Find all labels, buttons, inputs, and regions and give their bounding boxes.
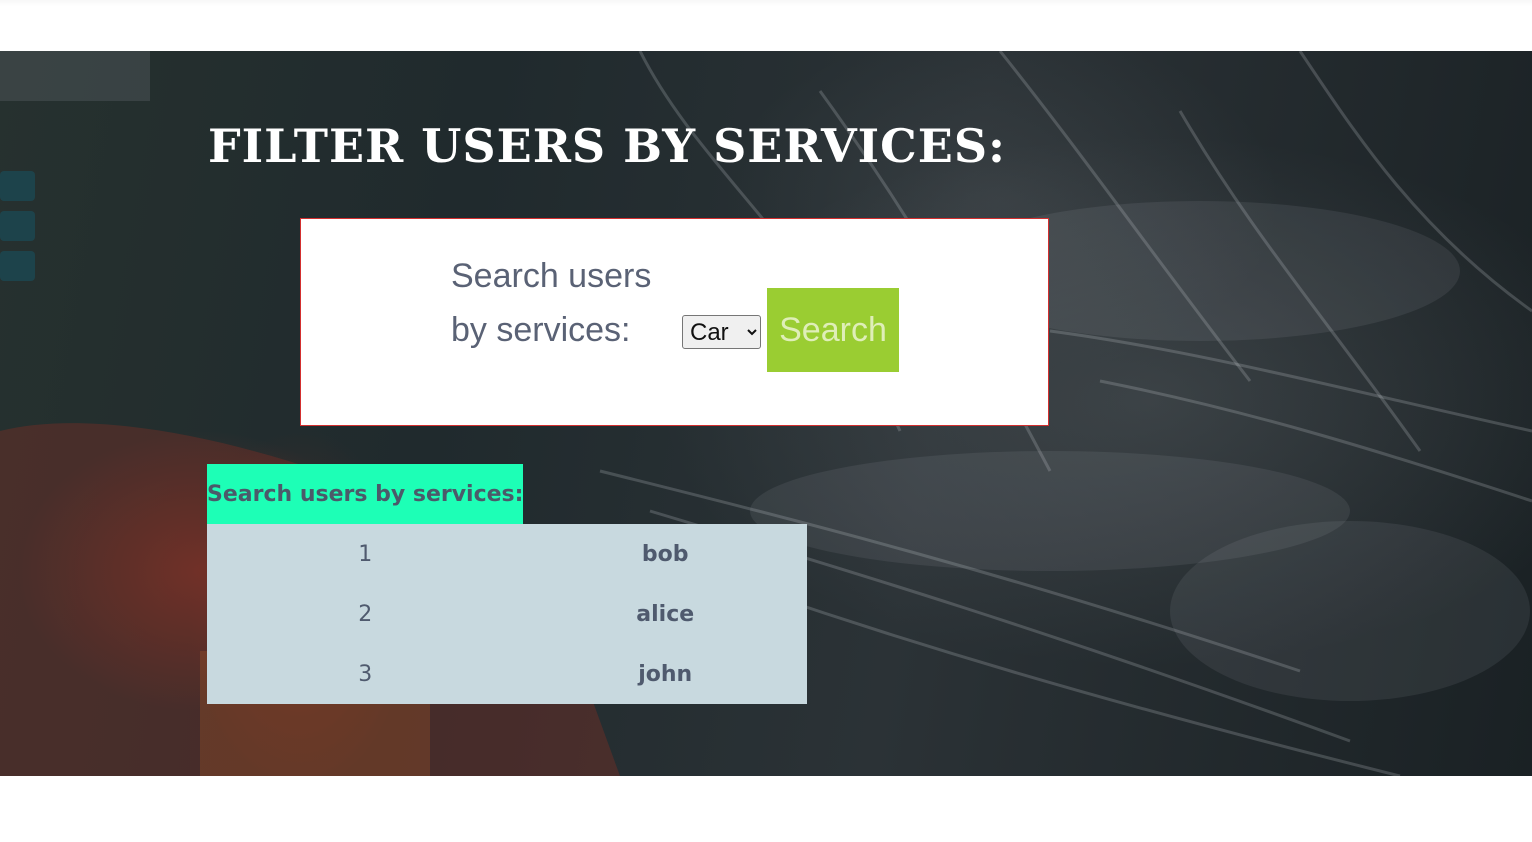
hero-section: FILTER USERS BY SERVICES: Search users b… xyxy=(0,51,1532,776)
user-id-cell: 1 xyxy=(207,524,524,584)
table-row: 3 john xyxy=(207,644,807,704)
search-label: Search users by services: xyxy=(451,257,652,349)
table-header-row: Search users by services: xyxy=(207,464,807,524)
table-header-empty xyxy=(523,464,807,524)
user-name-cell: john xyxy=(523,644,807,704)
user-name-cell: bob xyxy=(523,524,807,584)
user-id-cell: 2 xyxy=(207,584,524,644)
table-header: Search users by services: xyxy=(207,464,524,524)
results-table: Search users by services: 1 bob 2 alice … xyxy=(207,464,807,704)
table-row: 2 alice xyxy=(207,584,807,644)
search-form-card: Search users by services: Car Search xyxy=(300,218,1049,426)
table-row: 1 bob xyxy=(207,524,807,584)
page-title: FILTER USERS BY SERVICES: xyxy=(208,119,1007,173)
user-name-cell: alice xyxy=(523,584,807,644)
search-button[interactable]: Search xyxy=(767,288,899,372)
service-select[interactable]: Car xyxy=(682,315,761,349)
top-navbar xyxy=(0,0,1532,51)
user-id-cell: 3 xyxy=(207,644,524,704)
